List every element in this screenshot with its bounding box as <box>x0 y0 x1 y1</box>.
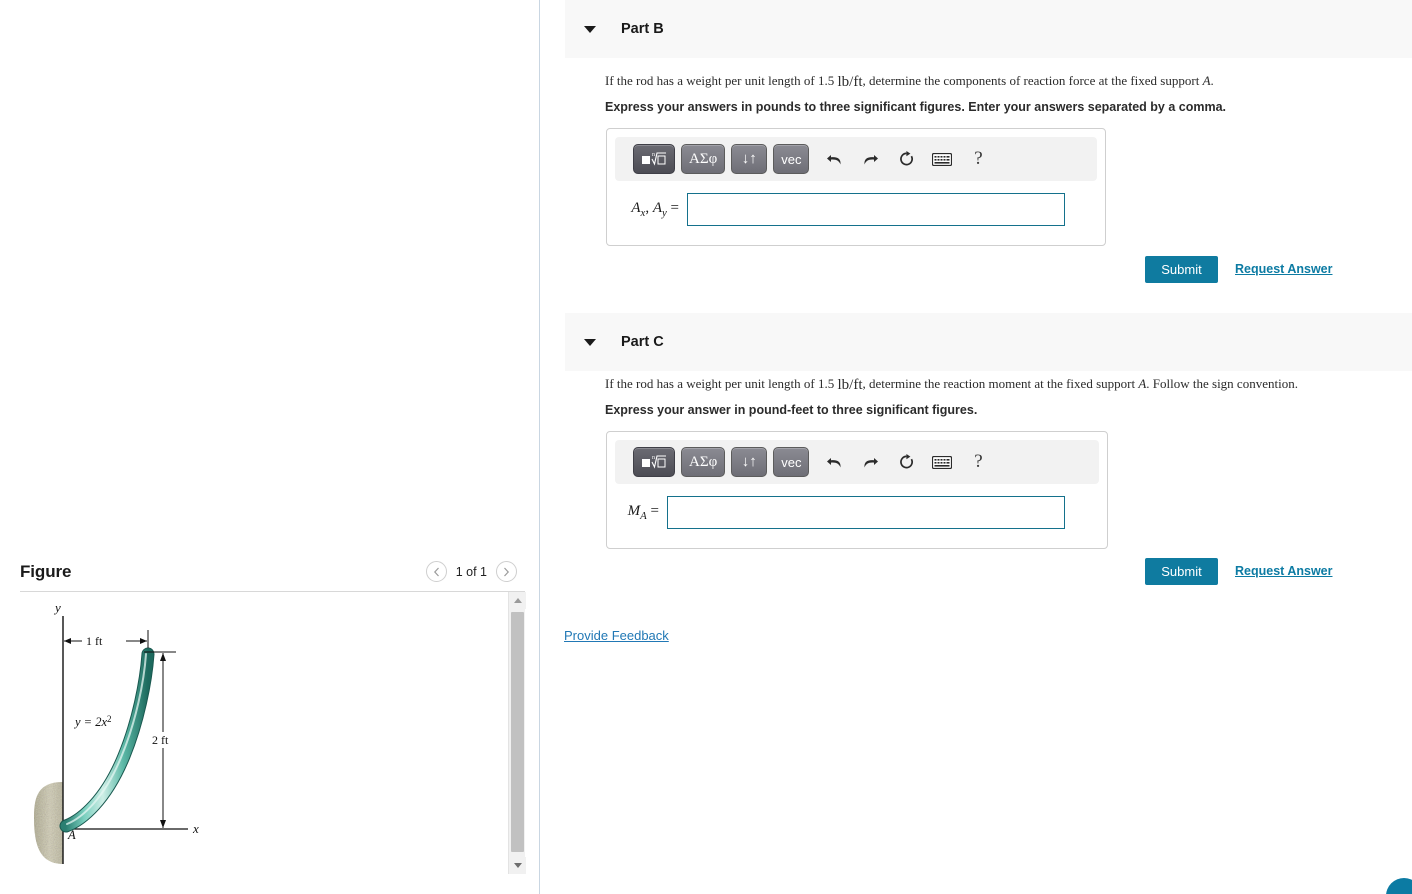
chevron-down-icon <box>584 338 596 346</box>
help-icon[interactable]: ? <box>967 147 989 171</box>
vector-button[interactable]: vec <box>773 447 810 477</box>
chevron-right-icon <box>504 567 510 576</box>
undo-icon[interactable] <box>823 450 845 474</box>
keyboard-icon[interactable] <box>931 147 953 171</box>
redo-icon[interactable] <box>859 450 881 474</box>
vector-button[interactable]: vec <box>773 144 810 174</box>
part-c-request-answer-link[interactable]: Request Answer <box>1235 564 1332 578</box>
part-b-answer-row: Ax, Ay = <box>607 193 1105 226</box>
part-b-submit-button[interactable]: Submit <box>1145 256 1218 283</box>
template-icon: n <box>642 152 666 166</box>
horizontal-dimension-label: 1 ft <box>86 634 103 648</box>
part-c-answer-box: n ΑΣφ ↓↑ vec ? MA = <box>606 431 1108 549</box>
part-b-answer-input[interactable] <box>687 193 1065 226</box>
part-b-question-suffix: , determine the components of reaction f… <box>862 73 1203 88</box>
figure-header: Figure 1 of 1 <box>0 552 539 591</box>
figure-viewport: y x y = 2x2 A 1 ft 2 ft <box>20 592 525 874</box>
scrollbar-down-button[interactable] <box>509 857 526 874</box>
part-b-request-answer-link[interactable]: Request Answer <box>1235 262 1332 276</box>
label-ax-sub: x <box>640 207 646 219</box>
greek-symbols-button[interactable]: ΑΣφ <box>681 144 726 174</box>
part-b-answer-box: n ΑΣφ ↓↑ vec ? Ax, Ay = <box>606 128 1106 246</box>
figure-prev-button[interactable] <box>425 561 447 582</box>
figure-page-indicator: 1 of 1 <box>455 564 487 579</box>
question-panel: Part B If the rod has a weight per unit … <box>541 0 1412 894</box>
redo-icon[interactable] <box>859 147 881 171</box>
part-b-question-prefix: If the rod has a weight per unit length … <box>605 73 838 88</box>
part-b-header[interactable]: Part B <box>565 0 1412 58</box>
label-ma-main: M <box>627 503 641 519</box>
figure-image: y x y = 2x2 A 1 ft 2 ft <box>20 592 508 874</box>
arrows-button[interactable]: ↓↑ <box>731 144 768 174</box>
vertical-dimension-label: 2 ft <box>152 733 169 747</box>
part-c-submit-button[interactable]: Submit <box>1145 558 1218 585</box>
part-c-answer-row: MA = <box>607 496 1107 529</box>
chevron-left-icon <box>433 567 439 576</box>
unit-lb-per-ft: lb/ft <box>837 377 863 393</box>
unit-numerator: lb <box>837 74 850 90</box>
part-b-instruction: Express your answers in pounds to three … <box>605 100 1227 114</box>
part-b-title: Part B <box>621 21 664 37</box>
svg-text:n: n <box>652 455 655 461</box>
y-axis-label: y <box>53 600 61 615</box>
greek-symbols-button[interactable]: ΑΣφ <box>681 447 726 477</box>
figure-title: Figure <box>20 561 72 581</box>
keyboard-icon[interactable] <box>931 450 953 474</box>
part-b-math-toolbar: n ΑΣφ ↓↑ vec ? <box>615 137 1097 181</box>
part-c-instruction: Express your answer in pound-feet to thr… <box>605 403 978 417</box>
part-c-question-prefix: If the rod has a weight per unit length … <box>605 376 838 391</box>
part-c-math-toolbar: n ΑΣφ ↓↑ vec ? <box>615 440 1099 484</box>
figure-next-button[interactable] <box>496 561 517 582</box>
triangle-down-icon <box>513 863 522 868</box>
part-b-answer-label: Ax, Ay = <box>631 200 679 219</box>
fixed-support-wall <box>34 782 63 864</box>
figure-panel: Figure 1 of 1 y x y = 2x2 A 1 ft 2 ft <box>0 0 540 894</box>
label-ax-main: A <box>631 200 641 216</box>
rod-diagram-svg: y x y = 2x2 A 1 ft 2 ft <box>34 600 199 864</box>
horizontal-dimension: 1 ft <box>62 630 149 648</box>
x-axis-label: x <box>192 821 199 836</box>
curved-rod <box>59 647 155 833</box>
template-icon: n <box>642 455 666 469</box>
help-icon[interactable]: ? <box>967 450 989 474</box>
scrollbar-thumb[interactable] <box>511 612 524 852</box>
part-b-question-end: . <box>1210 73 1214 88</box>
unit-denominator: ft <box>853 74 863 90</box>
label-ma-sub: A <box>640 510 647 522</box>
label-ay-main: A <box>652 200 662 216</box>
part-c-question: If the rod has a weight per unit length … <box>605 376 1298 394</box>
unit-lb-per-ft: lb/ft <box>837 74 863 90</box>
svg-text:n: n <box>652 152 655 158</box>
unit-denominator: ft <box>853 377 863 393</box>
reset-icon[interactable] <box>895 450 917 474</box>
part-b-question: If the rod has a weight per unit length … <box>605 73 1214 91</box>
part-c-title: Part C <box>621 334 664 350</box>
curve-equation-exponent: 2 <box>107 714 112 724</box>
reset-icon[interactable] <box>895 147 917 171</box>
part-c-header[interactable]: Part C <box>565 313 1412 371</box>
figure-pager: 1 of 1 <box>425 561 517 582</box>
chat-support-button[interactable] <box>1386 878 1412 894</box>
template-button[interactable]: n <box>633 447 675 477</box>
part-c-question-end: . Follow the sign convention. <box>1146 376 1298 391</box>
part-c-answer-input[interactable] <box>667 496 1065 529</box>
part-c-answer-label: MA = <box>627 503 659 522</box>
undo-icon[interactable] <box>823 147 845 171</box>
part-c-question-suffix: , determine the reaction moment at the f… <box>862 376 1139 391</box>
provide-feedback-link[interactable]: Provide Feedback <box>564 628 669 643</box>
unit-numerator: lb <box>837 377 850 393</box>
support-label-a: A <box>67 828 76 842</box>
curve-equation-text: y = 2x <box>73 715 107 729</box>
template-button[interactable]: n <box>633 144 675 174</box>
triangle-up-icon <box>513 598 522 603</box>
figure-scrollbar[interactable] <box>508 592 526 874</box>
arrows-button[interactable]: ↓↑ <box>731 447 768 477</box>
chevron-down-icon <box>584 25 596 33</box>
scrollbar-up-button[interactable] <box>509 592 526 609</box>
label-ay-sub: y <box>661 207 667 219</box>
part-b-support-symbol: A <box>1202 73 1211 88</box>
curve-equation-label: y = 2x2 <box>73 714 112 729</box>
